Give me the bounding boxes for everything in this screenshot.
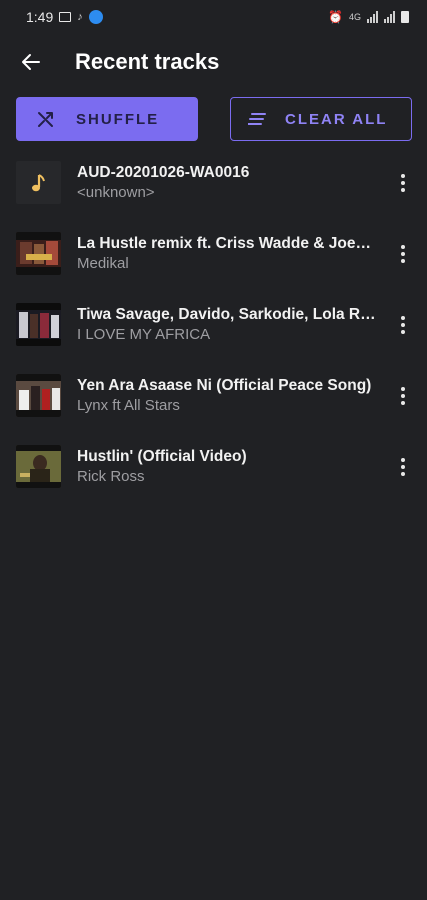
messenger-icon (88, 10, 103, 24)
track-thumbnail (16, 445, 61, 488)
track-thumbnail (16, 161, 61, 204)
track-artist: I LOVE MY AFRICA (77, 326, 211, 343)
more-options-button[interactable] (391, 381, 415, 411)
album-art-icon (16, 303, 61, 346)
action-buttons: SHUFFLE CLEAR ALL (16, 97, 412, 141)
track-list: AUD-20201026-WA0016 <unknown> La Hustle … (0, 147, 427, 502)
more-options-button[interactable] (391, 239, 415, 269)
clear-all-button[interactable]: CLEAR ALL (230, 97, 412, 141)
shuffle-icon (36, 109, 56, 129)
track-title: AUD-20201026-WA0016 (77, 164, 250, 181)
signal-icon-2 (384, 11, 395, 23)
track-text: AUD-20201026-WA0016 <unknown> (77, 164, 377, 201)
more-vert-icon (401, 457, 405, 476)
signal-icon (367, 11, 378, 23)
more-options-button[interactable] (391, 452, 415, 482)
track-item[interactable]: Hustlin' (Official Video) Rick Ross (0, 431, 427, 502)
battery-icon (401, 11, 409, 23)
status-left: 1:49 ♪ (26, 9, 103, 25)
more-options-button[interactable] (391, 168, 415, 198)
track-thumbnail (16, 303, 61, 346)
network-type: 4G (348, 12, 361, 22)
track-text: La Hustle remix ft. Criss Wadde & Joey B… (77, 235, 377, 272)
more-vert-icon (401, 173, 405, 192)
arrow-left-icon (22, 54, 40, 70)
shuffle-label: SHUFFLE (76, 110, 160, 128)
alarm-icon: ⏰ (328, 10, 343, 24)
status-time: 1:49 (26, 9, 54, 25)
status-right: ⏰ 4G (328, 10, 409, 24)
status-bar: 1:49 ♪ ⏰ 4G (0, 0, 427, 34)
track-title: Tiwa Savage, Davido, Sarkodie, Lola Rae (77, 306, 377, 323)
track-item[interactable]: Tiwa Savage, Davido, Sarkodie, Lola Rae … (0, 289, 427, 360)
shuffle-button[interactable]: SHUFFLE (16, 97, 198, 141)
album-art-icon (16, 232, 61, 275)
track-thumbnail (16, 374, 61, 417)
track-text: Hustlin' (Official Video) Rick Ross (77, 448, 377, 485)
track-artist: Rick Ross (77, 468, 145, 485)
page-title: Recent tracks (75, 49, 220, 74)
more-vert-icon (401, 386, 405, 405)
track-artist: Medikal (77, 255, 129, 272)
album-art-icon (16, 445, 61, 488)
clear-all-label: CLEAR ALL (285, 110, 388, 128)
track-text: Tiwa Savage, Davido, Sarkodie, Lola Rae … (77, 306, 377, 343)
app-header: Recent tracks (0, 40, 427, 84)
track-thumbnail (16, 232, 61, 275)
album-art-icon (16, 374, 61, 417)
track-item[interactable]: Yen Ara Asaase Ni (Official Peace Song) … (0, 360, 427, 431)
gallery-icon (59, 12, 72, 22)
track-item[interactable]: AUD-20201026-WA0016 <unknown> (0, 147, 427, 218)
more-options-button[interactable] (391, 310, 415, 340)
track-title: La Hustle remix ft. Criss Wadde & Joey B (77, 235, 377, 252)
tiktok-icon: ♪ (77, 11, 83, 23)
track-item[interactable]: La Hustle remix ft. Criss Wadde & Joey B… (0, 218, 427, 289)
track-artist: <unknown> (77, 184, 155, 201)
clear-all-icon (247, 109, 267, 129)
back-button[interactable] (9, 40, 53, 84)
track-artist: Lynx ft All Stars (77, 397, 180, 414)
more-vert-icon (401, 244, 405, 263)
track-title: Yen Ara Asaase Ni (Official Peace Song) (77, 377, 372, 394)
track-text: Yen Ara Asaase Ni (Official Peace Song) … (77, 377, 377, 414)
music-note-icon (31, 173, 45, 191)
more-vert-icon (401, 315, 405, 334)
track-title: Hustlin' (Official Video) (77, 448, 247, 465)
